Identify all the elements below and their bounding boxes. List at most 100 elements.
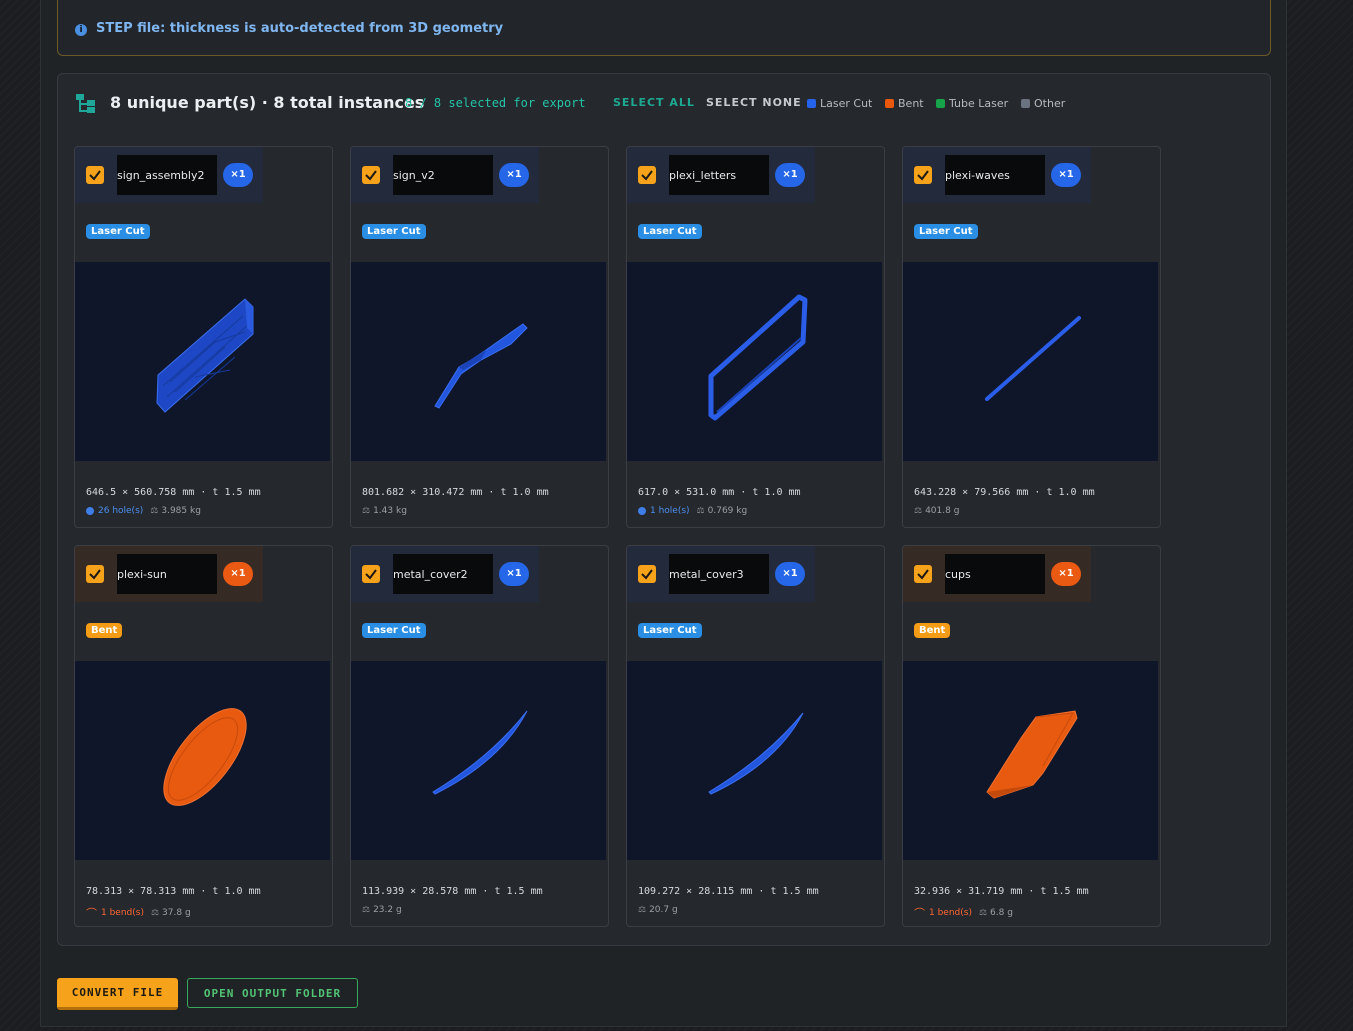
legend-laser-cut: Laser Cut — [807, 97, 872, 110]
part-dimensions: 32.936 × 31.719 mm · t 1.5 mm — [914, 886, 1089, 897]
part-dimensions: 801.682 × 310.472 mm · t 1.0 mm — [362, 487, 549, 498]
quantity-badge[interactable]: ×1 — [775, 163, 805, 187]
legend-bent: Bent — [885, 97, 924, 110]
part-dimensions: 109.272 × 28.115 mm · t 1.5 mm — [638, 886, 819, 897]
type-badge: Laser Cut — [362, 623, 426, 638]
part-dimensions: 617.0 × 531.0 mm · t 1.0 mm — [638, 487, 801, 498]
part-name-input[interactable] — [945, 554, 1045, 594]
holes-count: 26 hole(s) — [86, 506, 143, 516]
export-checkbox[interactable] — [362, 565, 380, 583]
select-all-button[interactable]: SELECT ALL — [613, 96, 695, 109]
part-name-input[interactable] — [393, 155, 493, 195]
export-checkbox[interactable] — [86, 166, 104, 184]
bend-icon: ⌒ — [914, 907, 925, 920]
part-3d-preview[interactable] — [627, 661, 882, 860]
part-name-input[interactable] — [669, 155, 769, 195]
part-3d-preview[interactable] — [627, 262, 882, 461]
export-checkbox[interactable] — [638, 565, 656, 583]
part-name-input[interactable] — [117, 554, 217, 594]
part-name-input[interactable] — [945, 155, 1045, 195]
notice-text: STEP file: thickness is auto-detected fr… — [96, 21, 504, 36]
part-3d-preview[interactable] — [351, 262, 606, 461]
card-header: ×1 — [351, 147, 539, 203]
part-meta: ⚖ 401.8 g — [914, 506, 959, 516]
card-header: ×1 — [627, 147, 815, 203]
card-header: ×1 — [627, 546, 815, 602]
quantity-badge[interactable]: ×1 — [775, 562, 805, 586]
part-name-input[interactable] — [669, 554, 769, 594]
part-card: ×1 Laser Cut 109.272 × 28.115 mm · t 1.5… — [626, 545, 885, 927]
legend-tube-laser: Tube Laser — [936, 97, 1008, 110]
tree-icon — [76, 94, 96, 114]
part-3d-preview[interactable] — [903, 262, 1158, 461]
export-checkbox[interactable] — [86, 565, 104, 583]
quantity-badge[interactable]: ×1 — [223, 163, 253, 187]
part-name-input[interactable] — [117, 155, 217, 195]
weight: ⚖ 0.769 kg — [696, 506, 748, 516]
quantity-badge[interactable]: ×1 — [499, 562, 529, 586]
bends-count: ⌒ 1 bend(s) — [914, 907, 972, 920]
part-card: ×1 Bent 32.936 × 31.719 mm · t 1.5 mm ⌒1… — [902, 545, 1161, 927]
weight: ⚖ 401.8 g — [914, 506, 960, 516]
card-header: ×1 — [903, 546, 1091, 602]
export-checkbox[interactable] — [362, 166, 380, 184]
export-checkbox[interactable] — [638, 166, 656, 184]
weight-icon: ⚖ — [914, 506, 923, 516]
part-card: ×1 Laser Cut 801.682 × 310.472 mm · t 1.… — [350, 146, 609, 528]
weight: ⚖ 1.43 kg — [362, 506, 407, 516]
part-name-input[interactable] — [393, 554, 493, 594]
export-checkbox[interactable] — [914, 565, 932, 583]
quantity-badge[interactable]: ×1 — [1051, 163, 1081, 187]
weight: ⚖ 23.2 g — [362, 905, 402, 915]
bends-count: ⌒ 1 bend(s) — [86, 907, 144, 920]
part-3d-preview[interactable] — [903, 661, 1158, 860]
weight-icon: ⚖ — [150, 506, 159, 516]
quantity-badge[interactable]: ×1 — [499, 163, 529, 187]
part-3d-preview[interactable] — [75, 661, 330, 860]
part-meta: 1 hole(s) ⚖ 0.769 kg — [638, 506, 747, 516]
legend-other: Other — [1021, 97, 1065, 110]
card-header: ×1 — [75, 147, 263, 203]
type-badge: Laser Cut — [638, 224, 702, 239]
type-badge: Laser Cut — [86, 224, 150, 239]
part-meta: ⚖ 20.7 g — [638, 905, 678, 915]
weight: ⚖ 20.7 g — [638, 905, 678, 915]
parts-summary-title: 8 unique part(s) · 8 total instances — [110, 93, 425, 112]
part-card: ×1 Laser Cut 646.5 × 560.758 mm · t 1.5 … — [74, 146, 333, 528]
part-card: ×1 Laser Cut 643.228 × 79.566 mm · t 1.0… — [902, 146, 1161, 528]
part-card: ×1 Laser Cut 113.939 × 28.578 mm · t 1.5… — [350, 545, 609, 927]
part-dimensions: 78.313 × 78.313 mm · t 1.0 mm — [86, 886, 261, 897]
quantity-badge[interactable]: ×1 — [1051, 562, 1081, 586]
card-header: ×1 — [903, 147, 1091, 203]
weight: ⚖ 3.985 kg — [150, 506, 201, 516]
part-meta: ⚖ 1.43 kg — [362, 506, 407, 516]
part-dimensions: 113.939 × 28.578 mm · t 1.5 mm — [362, 886, 543, 897]
export-checkbox[interactable] — [914, 166, 932, 184]
weight-icon: ⚖ — [362, 905, 371, 915]
selection-count: 8 / 8 selected for export — [405, 96, 586, 110]
part-3d-preview[interactable] — [351, 661, 606, 860]
part-card: ×1 Bent 78.313 × 78.313 mm · t 1.0 mm ⌒1… — [74, 545, 333, 927]
part-3d-preview[interactable] — [75, 262, 330, 461]
weight-icon: ⚖ — [150, 908, 160, 918]
convert-file-button[interactable]: CONVERT FILE — [57, 978, 178, 1010]
open-output-folder-button[interactable]: OPEN OUTPUT FOLDER — [187, 978, 358, 1008]
part-dimensions: 646.5 × 560.758 mm · t 1.5 mm — [86, 487, 261, 498]
part-card: ×1 Laser Cut 617.0 × 531.0 mm · t 1.0 mm… — [626, 146, 885, 528]
card-header: ×1 — [75, 546, 263, 602]
weight: ⚖ 6.8 g — [978, 908, 1013, 918]
bend-icon: ⌒ — [86, 907, 97, 920]
weight-icon: ⚖ — [978, 908, 988, 918]
type-badge: Laser Cut — [914, 224, 978, 239]
select-none-button[interactable]: SELECT NONE — [706, 96, 802, 109]
weight: ⚖ 37.8 g — [150, 908, 191, 918]
card-header: ×1 — [351, 546, 539, 602]
weight-icon: ⚖ — [696, 506, 705, 516]
quantity-badge[interactable]: ×1 — [223, 562, 253, 586]
weight-icon: ⚖ — [362, 506, 371, 516]
part-meta: ⌒ 1 bend(s) ⚖ 37.8 g — [86, 905, 191, 921]
type-badge: Laser Cut — [362, 224, 426, 239]
weight-icon: ⚖ — [638, 905, 647, 915]
hole-icon — [86, 507, 94, 515]
type-badge: Bent — [914, 623, 951, 638]
